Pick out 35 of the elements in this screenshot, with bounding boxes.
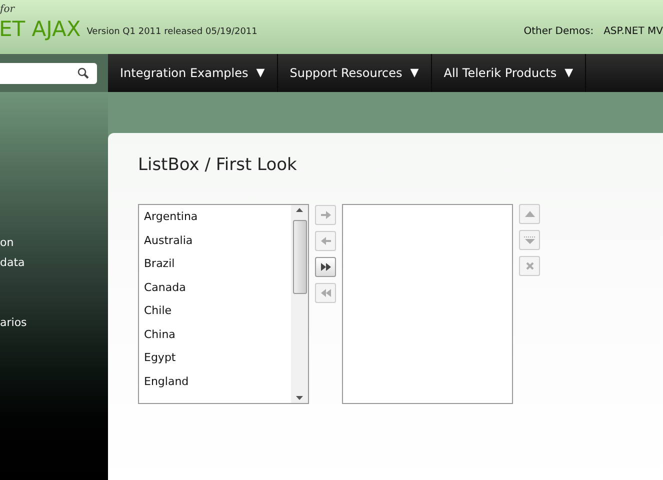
page-title: ListBox / First Look <box>138 154 298 177</box>
listbox-item[interactable]: Brazil <box>144 256 291 280</box>
version-text: Version Q1 2011 released 05/19/2011 <box>86 26 258 38</box>
double-right-arrow-icon <box>320 263 330 271</box>
listbox-item[interactable]: Argentina <box>144 209 291 232</box>
caret-icon: ▼ <box>564 64 574 82</box>
delete-icon <box>526 262 534 270</box>
scrollbar[interactable] <box>291 205 308 403</box>
listbox-item[interactable]: Australia <box>144 232 291 256</box>
listbox-item[interactable]: Chile <box>144 303 291 326</box>
sidebar-item[interactable]: data <box>0 255 108 275</box>
logo-text: ET AJAX <box>0 19 81 40</box>
caret-icon: ▼ <box>410 64 419 82</box>
nav-menu-item[interactable]: Integration Examples ▼ <box>108 54 278 92</box>
scroll-down-icon[interactable] <box>296 396 303 400</box>
sidebar-item[interactable]: on <box>0 235 108 255</box>
nav-menu-item[interactable]: Support Resources ▼ <box>278 54 432 92</box>
down-triangle-icon <box>524 236 536 244</box>
up-triangle-icon <box>524 211 534 217</box>
right-arrow-icon <box>320 211 330 219</box>
nav-menu-item[interactable]: All Telerik Products ▼ <box>432 54 586 92</box>
listbox-item[interactable]: China <box>144 326 291 350</box>
search-icon <box>77 67 89 79</box>
left-arrow-icon <box>320 237 330 245</box>
search-field[interactable] <box>0 62 97 84</box>
double-left-arrow-icon <box>320 289 330 297</box>
sidebar-item[interactable]: arios <box>0 315 108 335</box>
other-demos-label: Other Demos: <box>524 25 594 39</box>
scroll-up-icon[interactable] <box>296 208 303 212</box>
listbox-item[interactable]: England <box>144 374 291 397</box>
listbox-tool-button[interactable] <box>315 257 336 277</box>
listbox-item[interactable]: Canada <box>144 280 291 303</box>
caret-icon: ▼ <box>256 64 265 82</box>
other-demos-link[interactable]: ASP.NET MV <box>604 24 663 39</box>
listbox-item[interactable]: Egypt <box>144 350 291 374</box>
